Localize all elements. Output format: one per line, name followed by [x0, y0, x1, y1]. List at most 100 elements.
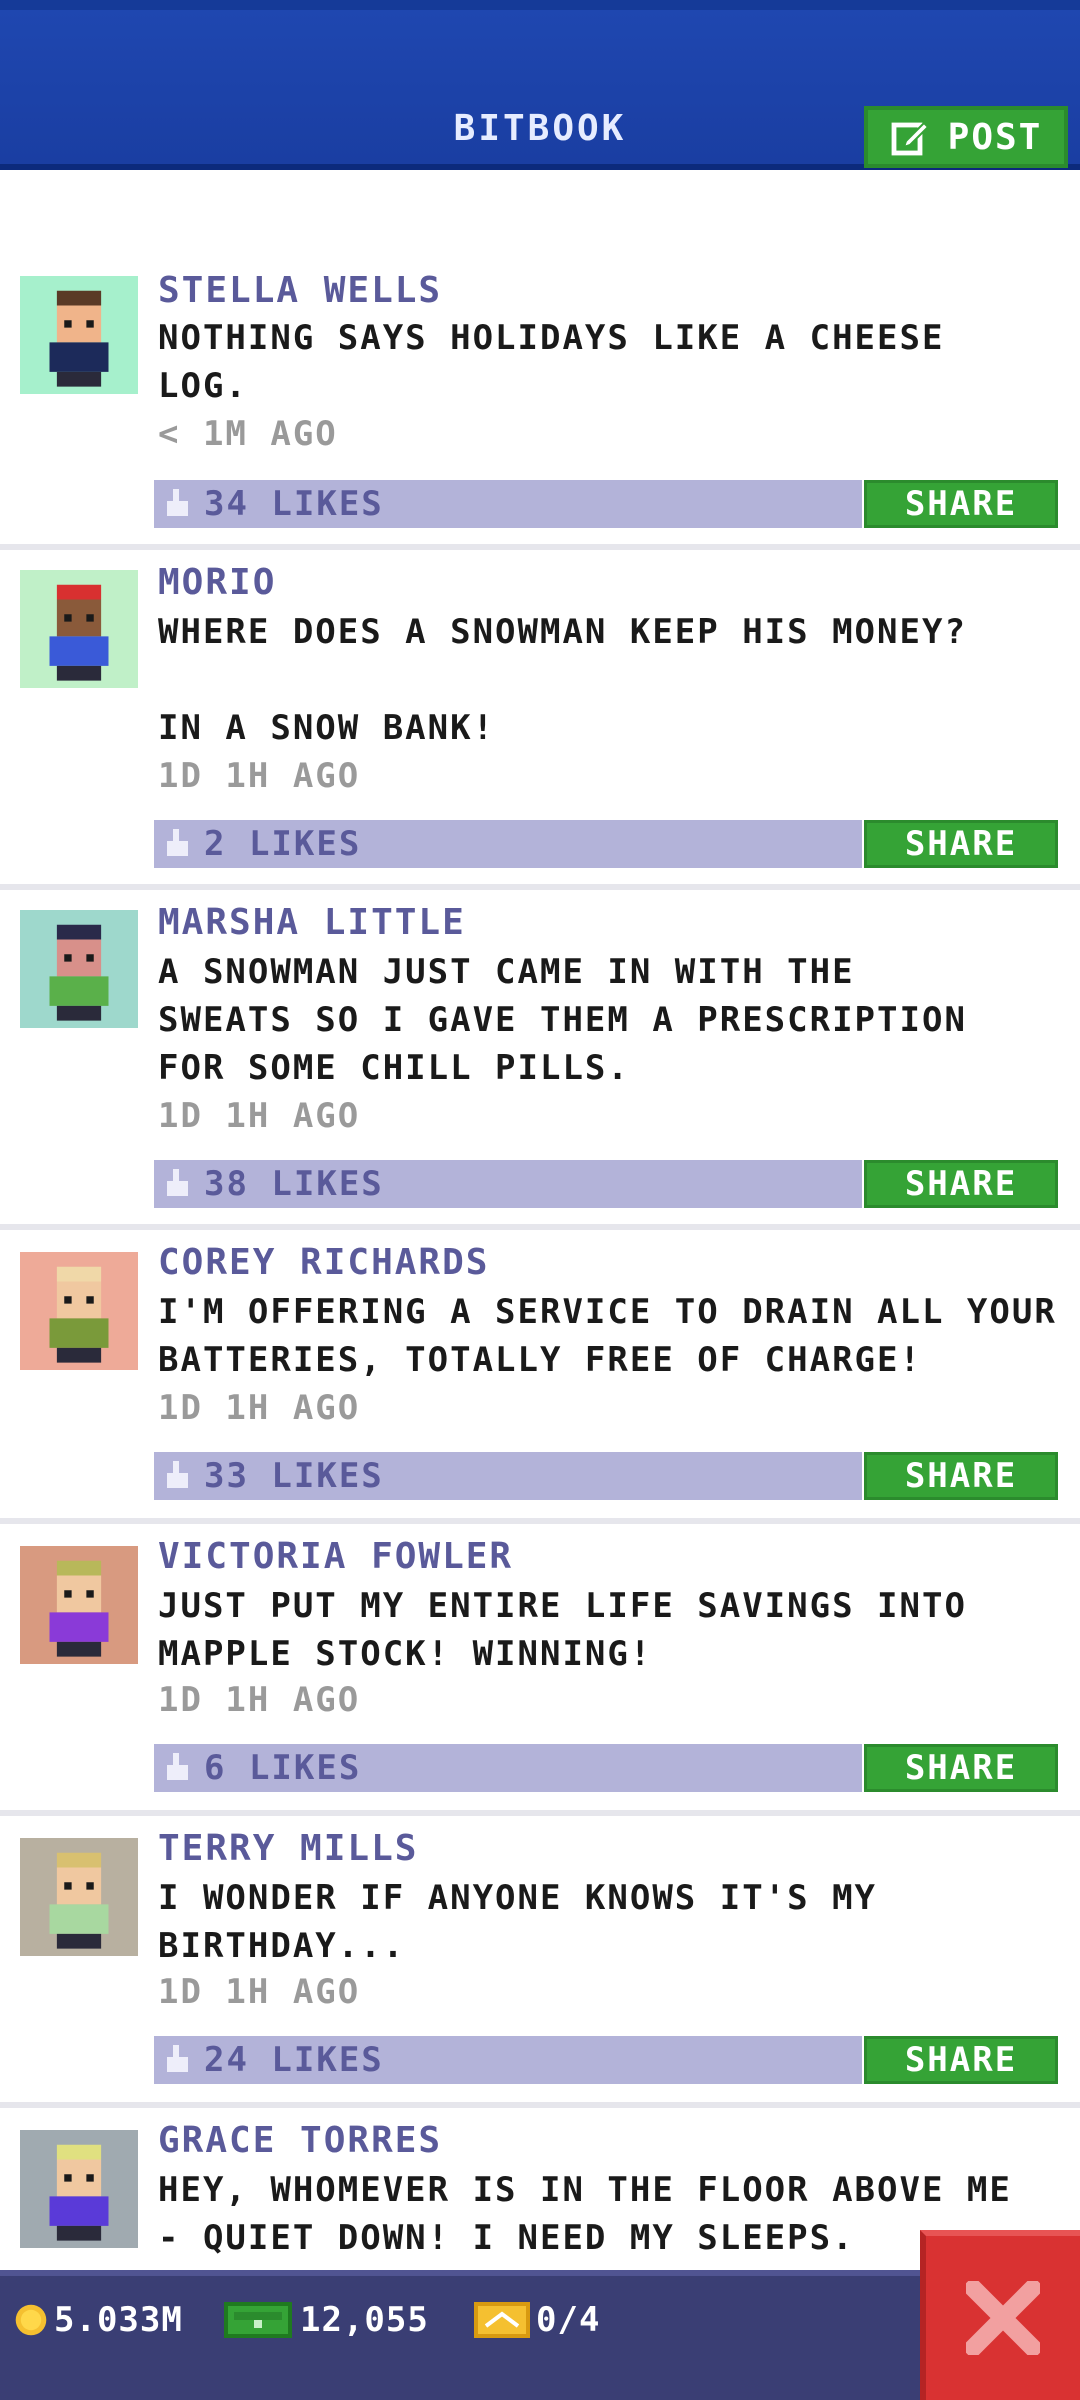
- avatar-eye: [64, 2174, 72, 2182]
- post-text: JUST PUT MY ENTIRE LIFE SAVINGS INTO MAP…: [158, 1586, 967, 1674]
- post-author[interactable]: STELLA WELLS: [158, 270, 442, 311]
- avatar-body: [49, 636, 109, 666]
- post-item: GRACE TORRES HEY, WHOMEVER IS IN THE FLO…: [0, 2108, 1080, 2270]
- avatar-eye: [64, 1590, 72, 1598]
- likes-bar[interactable]: 24 LIKES: [154, 2036, 862, 2084]
- avatar-eye: [86, 320, 94, 328]
- post-time: 1D 1H AGO: [158, 1388, 361, 1428]
- avatar[interactable]: [20, 2130, 138, 2248]
- avatar-face: [56, 1575, 102, 1613]
- likes-bar[interactable]: 34 LIKES: [154, 480, 862, 528]
- post-text: NOTHING SAYS HOLIDAYS LIKE A CHEESE LOG.: [158, 318, 945, 406]
- thumb-up-icon: [167, 1753, 188, 1780]
- edit-icon: [891, 121, 930, 156]
- share-button[interactable]: SHARE: [864, 1160, 1058, 1208]
- likes-bar[interactable]: 2 LIKES: [154, 820, 862, 868]
- post-author[interactable]: MARSHA LITTLE: [158, 902, 466, 943]
- coins-value: 5.033M: [54, 2300, 183, 2340]
- post-item: COREY RICHARDS I'M OFFERING A SERVICE TO…: [0, 1230, 1080, 1520]
- avatar-hair: [56, 1266, 102, 1282]
- share-button[interactable]: SHARE: [864, 2036, 1058, 2084]
- avatar-eye: [64, 614, 72, 622]
- coin-icon: [15, 2304, 47, 2336]
- avatar-legs: [56, 1347, 102, 1363]
- status-bar: 5.033M 12,055 0/4: [0, 2270, 1080, 2400]
- likes-bar[interactable]: 6 LIKES: [154, 1744, 862, 1792]
- post-time: 1D 1H AGO: [158, 1680, 361, 1720]
- share-button[interactable]: SHARE: [864, 1744, 1058, 1792]
- post-author[interactable]: GRACE TORRES: [158, 2120, 442, 2161]
- avatar-hair: [56, 924, 102, 940]
- avatar-hair: [56, 2144, 102, 2160]
- post-author[interactable]: MORIO: [158, 562, 276, 603]
- avatar[interactable]: [20, 570, 138, 688]
- avatar-body: [49, 2196, 109, 2226]
- thumb-up-icon: [167, 2045, 188, 2072]
- post-time: 1D 1H AGO: [158, 1972, 361, 2012]
- tickets-stat: 0/4: [474, 2300, 600, 2340]
- avatar-body: [49, 1612, 109, 1642]
- ticket-icon: [474, 2302, 530, 2338]
- avatar[interactable]: [20, 910, 138, 1028]
- thumb-up-icon: [167, 1461, 188, 1488]
- feed[interactable]: STELLA WELLS NOTHING SAYS HOLIDAYS LIKE …: [0, 170, 1080, 2270]
- share-button[interactable]: SHARE: [864, 820, 1058, 868]
- likes-count: 6 LIKES: [204, 1748, 362, 1788]
- avatar-eye: [86, 614, 94, 622]
- avatar-hair: [56, 1560, 102, 1576]
- likes-bar[interactable]: 33 LIKES: [154, 1452, 862, 1500]
- post-text: I'M OFFERING A SERVICE TO DRAIN ALL YOUR…: [158, 1292, 1057, 1380]
- avatar[interactable]: [20, 1838, 138, 1956]
- bux-stat: 12,055: [222, 2300, 429, 2340]
- avatar-legs: [56, 1641, 102, 1657]
- avatar-hair: [56, 1852, 102, 1868]
- avatar-legs: [56, 1933, 102, 1949]
- avatar[interactable]: [20, 1252, 138, 1370]
- avatar[interactable]: [20, 276, 138, 394]
- post-item: TERRY MILLS I WONDER IF ANYONE KNOWS IT'…: [0, 1816, 1080, 2106]
- avatar-body: [49, 1318, 109, 1348]
- post-item: MARSHA LITTLE A SNOWMAN JUST CAME IN WIT…: [0, 890, 1080, 1230]
- post-author[interactable]: COREY RICHARDS: [158, 1242, 489, 1283]
- likes-count: 34 LIKES: [204, 484, 384, 524]
- avatar-eye: [86, 2174, 94, 2182]
- bux-icon: [224, 2302, 292, 2338]
- likes-count: 38 LIKES: [204, 1164, 384, 1204]
- post-author[interactable]: TERRY MILLS: [158, 1828, 418, 1869]
- avatar-face: [56, 305, 102, 343]
- avatar-body: [49, 976, 109, 1006]
- avatar-image: [20, 1252, 138, 1370]
- share-button[interactable]: SHARE: [864, 480, 1058, 528]
- close-button[interactable]: [920, 2230, 1080, 2400]
- post-button-label: POST: [947, 116, 1043, 158]
- likes-count: 33 LIKES: [204, 1456, 384, 1496]
- avatar-eye: [86, 1590, 94, 1598]
- avatar-face: [56, 2159, 102, 2197]
- avatar-eye: [64, 320, 72, 328]
- likes-bar[interactable]: 38 LIKES: [154, 1160, 862, 1208]
- avatar-eye: [86, 1296, 94, 1304]
- top-bar: BITBOOK POST: [0, 0, 1080, 170]
- avatar-face: [56, 599, 102, 637]
- post-item: MORIO WHERE DOES A SNOWMAN KEEP HIS MONE…: [0, 550, 1080, 890]
- avatar-image: [20, 1546, 138, 1664]
- post-time: < 1M AGO: [158, 414, 338, 454]
- avatar[interactable]: [20, 1546, 138, 1664]
- avatar-legs: [56, 371, 102, 387]
- avatar-image: [20, 2130, 138, 2248]
- post-text: A SNOWMAN JUST CAME IN WITH THE SWEATS S…: [158, 952, 967, 1088]
- post-button[interactable]: POST: [864, 106, 1068, 168]
- post-text: WHERE DOES A SNOWMAN KEEP HIS MONEY? IN …: [158, 612, 967, 748]
- post-item: STELLA WELLS NOTHING SAYS HOLIDAYS LIKE …: [0, 170, 1080, 540]
- coins-stat: 5.033M: [14, 2300, 183, 2340]
- post-text: I WONDER IF ANYONE KNOWS IT'S MY BIRTHDA…: [158, 1878, 878, 1966]
- thumb-up-icon: [167, 829, 188, 856]
- avatar-image: [20, 570, 138, 688]
- share-button[interactable]: SHARE: [864, 1452, 1058, 1500]
- avatar-legs: [56, 1005, 102, 1021]
- avatar-face: [56, 939, 102, 977]
- bux-value: 12,055: [300, 2300, 429, 2340]
- avatar-legs: [56, 2225, 102, 2241]
- post-author[interactable]: VICTORIA FOWLER: [158, 1536, 513, 1577]
- post-time: 1D 1H AGO: [158, 756, 361, 796]
